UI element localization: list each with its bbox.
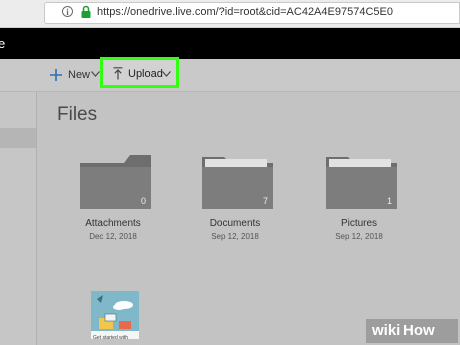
file-thumbnail[interactable] <box>91 291 139 339</box>
folder-item-count: 7 <box>263 196 269 206</box>
folder-date: Sep 12, 2018 <box>211 232 259 241</box>
lock-icon <box>81 5 91 18</box>
folder-date: Dec 12, 2018 <box>89 232 137 241</box>
chevron-down-icon[interactable] <box>91 71 100 77</box>
folder-item-count: 0 <box>141 196 147 206</box>
browser-address-bar: i https://onedrive.live.com/?id=root&cid… <box>0 0 460 28</box>
folder-name[interactable]: Documents <box>165 218 305 229</box>
page-title: Files <box>57 104 98 125</box>
url-text[interactable]: https://onedrive.live.com/?id=root&cid=A… <box>97 6 393 18</box>
folder-name[interactable]: Attachments <box>43 218 183 229</box>
folder-name[interactable]: Pictures <box>289 218 429 229</box>
folder-item-count: 1 <box>387 196 393 206</box>
new-button-label: New <box>68 69 91 81</box>
upload-button-label: Upload <box>128 68 163 80</box>
wikihow-watermark: wiki How <box>366 319 458 343</box>
app-header: e <box>0 28 460 59</box>
file-preview-image <box>91 291 139 339</box>
new-button[interactable]: New <box>50 66 90 84</box>
file-name[interactable]: Get started with <box>93 335 128 341</box>
upload-icon <box>113 67 123 80</box>
watermark-wiki: wiki <box>372 322 401 339</box>
chevron-down-icon <box>162 71 171 77</box>
app-title-fragment: e <box>0 36 6 51</box>
upload-button[interactable]: Upload <box>100 57 179 88</box>
info-icon[interactable]: i <box>62 6 73 17</box>
watermark-how: How <box>403 322 435 339</box>
sidebar-item-selected[interactable] <box>0 128 36 148</box>
plus-icon <box>50 69 62 81</box>
folder-date: Sep 12, 2018 <box>335 232 383 241</box>
